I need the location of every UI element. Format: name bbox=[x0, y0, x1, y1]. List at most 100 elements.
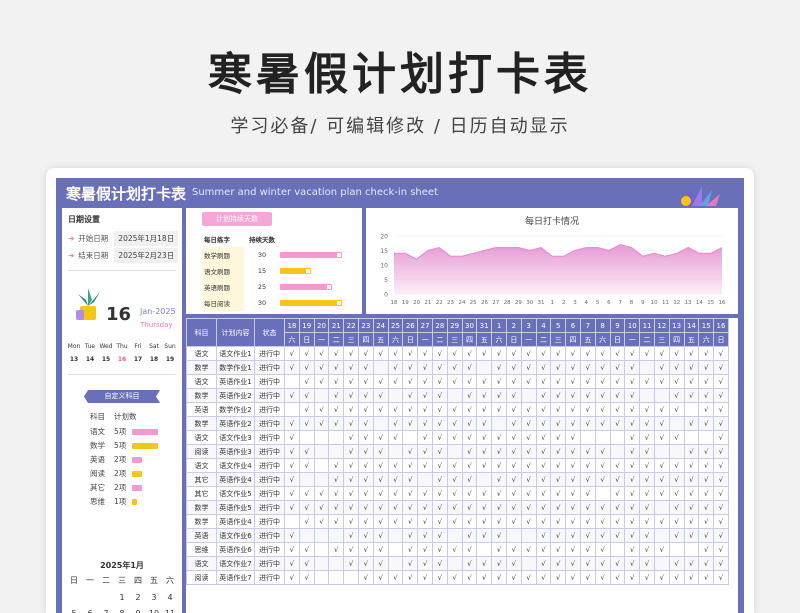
plan-cell[interactable]: 语文作业5 bbox=[216, 486, 255, 501]
checkin-cell[interactable]: √ bbox=[357, 570, 374, 585]
status-cell[interactable]: 进行中 bbox=[254, 472, 285, 487]
checkin-cell[interactable]: √ bbox=[417, 458, 433, 473]
checkin-cell[interactable]: √ bbox=[357, 556, 374, 571]
checkin-cell[interactable]: √ bbox=[505, 458, 522, 473]
checkin-cell[interactable]: √ bbox=[668, 388, 685, 403]
subject-cell[interactable]: 英语 bbox=[186, 528, 217, 543]
checkin-cell[interactable] bbox=[284, 514, 300, 529]
checkin-cell[interactable]: √ bbox=[505, 444, 522, 459]
plan-cell[interactable]: 数学作业2 bbox=[216, 402, 255, 417]
checkin-cell[interactable]: √ bbox=[609, 514, 626, 529]
plan-cell[interactable]: 语文作业4 bbox=[216, 458, 255, 473]
checkin-cell[interactable] bbox=[313, 444, 330, 459]
checkin-cell[interactable]: √ bbox=[609, 528, 626, 543]
checkin-cell[interactable]: √ bbox=[476, 458, 493, 473]
checkin-cell[interactable]: √ bbox=[387, 486, 404, 501]
checkin-cell[interactable]: √ bbox=[298, 514, 315, 529]
checkin-cell[interactable]: √ bbox=[431, 416, 448, 431]
checkin-cell[interactable]: √ bbox=[639, 458, 655, 473]
checkin-cell[interactable]: √ bbox=[313, 486, 330, 501]
checkin-cell[interactable]: √ bbox=[461, 402, 478, 417]
checkin-cell[interactable] bbox=[387, 388, 404, 403]
checkin-cell[interactable]: √ bbox=[328, 486, 345, 501]
checkin-cell[interactable]: √ bbox=[565, 416, 581, 431]
checkin-cell[interactable] bbox=[387, 542, 404, 557]
checkin-cell[interactable] bbox=[298, 472, 315, 487]
checkin-cell[interactable] bbox=[328, 556, 345, 571]
checkin-cell[interactable]: √ bbox=[417, 556, 433, 571]
checkin-cell[interactable]: √ bbox=[565, 444, 581, 459]
checkin-cell[interactable]: √ bbox=[343, 402, 359, 417]
checkin-cell[interactable] bbox=[446, 388, 463, 403]
start-date-field[interactable]: 2025年1月18日 bbox=[114, 230, 179, 246]
checkin-cell[interactable]: √ bbox=[328, 514, 345, 529]
checkin-cell[interactable] bbox=[520, 388, 537, 403]
subject-cell[interactable]: 语文 bbox=[186, 556, 217, 571]
checkin-cell[interactable]: √ bbox=[491, 500, 507, 515]
checkin-cell[interactable]: √ bbox=[639, 374, 655, 389]
checkin-cell[interactable]: √ bbox=[357, 374, 374, 389]
checkin-cell[interactable]: √ bbox=[402, 444, 419, 459]
checkin-cell[interactable]: √ bbox=[535, 458, 552, 473]
checkin-cell[interactable]: √ bbox=[683, 458, 700, 473]
checkin-cell[interactable]: √ bbox=[713, 556, 729, 571]
checkin-cell[interactable]: √ bbox=[284, 528, 300, 543]
checkin-cell[interactable] bbox=[683, 430, 700, 445]
subject-cell[interactable]: 阅读 bbox=[186, 444, 217, 459]
status-cell[interactable]: 进行中 bbox=[254, 430, 285, 445]
checkin-cell[interactable]: √ bbox=[565, 388, 581, 403]
checkin-cell[interactable]: √ bbox=[372, 346, 389, 361]
checkin-cell[interactable]: √ bbox=[357, 458, 374, 473]
checkin-cell[interactable] bbox=[476, 360, 493, 375]
status-cell[interactable]: 进行中 bbox=[254, 346, 285, 361]
checkin-cell[interactable]: √ bbox=[594, 346, 611, 361]
checkin-cell[interactable]: √ bbox=[668, 472, 685, 487]
checkin-cell[interactable]: √ bbox=[328, 360, 345, 375]
checkin-cell[interactable]: √ bbox=[431, 374, 448, 389]
checkin-cell[interactable]: √ bbox=[461, 360, 478, 375]
checkin-cell[interactable]: √ bbox=[491, 430, 507, 445]
checkin-cell[interactable]: √ bbox=[313, 360, 330, 375]
checkin-cell[interactable]: √ bbox=[298, 458, 315, 473]
checkin-cell[interactable]: √ bbox=[417, 416, 433, 431]
checkin-cell[interactable]: √ bbox=[505, 374, 522, 389]
checkin-cell[interactable]: √ bbox=[476, 500, 493, 515]
subject-cell[interactable]: 数学 bbox=[186, 416, 217, 431]
checkin-cell[interactable] bbox=[313, 472, 330, 487]
checkin-cell[interactable]: √ bbox=[343, 528, 359, 543]
checkin-cell[interactable]: √ bbox=[298, 360, 315, 375]
checkin-cell[interactable] bbox=[313, 570, 330, 585]
checkin-cell[interactable] bbox=[328, 570, 345, 585]
checkin-cell[interactable]: √ bbox=[284, 500, 300, 515]
checkin-cell[interactable]: √ bbox=[668, 374, 685, 389]
checkin-cell[interactable]: √ bbox=[698, 486, 715, 501]
checkin-cell[interactable]: √ bbox=[639, 430, 655, 445]
checkin-cell[interactable]: √ bbox=[284, 416, 300, 431]
subject-cell[interactable]: 数学 bbox=[186, 388, 217, 403]
checkin-cell[interactable]: √ bbox=[639, 486, 655, 501]
checkin-cell[interactable]: √ bbox=[417, 430, 433, 445]
checkin-cell[interactable]: √ bbox=[520, 430, 537, 445]
checkin-cell[interactable]: √ bbox=[594, 444, 611, 459]
checkin-cell[interactable]: √ bbox=[417, 570, 433, 585]
checkin-cell[interactable]: √ bbox=[476, 514, 493, 529]
checkin-cell[interactable]: √ bbox=[461, 416, 478, 431]
checkin-cell[interactable]: √ bbox=[535, 346, 552, 361]
checkin-cell[interactable]: √ bbox=[653, 486, 670, 501]
checkin-cell[interactable]: √ bbox=[550, 458, 567, 473]
plan-cell[interactable]: 英语作业4 bbox=[216, 472, 255, 487]
plan-cell[interactable]: 英语作业2 bbox=[216, 388, 255, 403]
checkin-cell[interactable]: √ bbox=[713, 444, 729, 459]
checkin-cell[interactable]: √ bbox=[550, 374, 567, 389]
checkin-cell[interactable]: √ bbox=[505, 514, 522, 529]
checkin-cell[interactable]: √ bbox=[624, 458, 641, 473]
checkin-cell[interactable]: √ bbox=[417, 360, 433, 375]
checkin-cell[interactable]: √ bbox=[668, 360, 685, 375]
checkin-cell[interactable]: √ bbox=[491, 570, 507, 585]
checkin-cell[interactable]: √ bbox=[535, 416, 552, 431]
status-cell[interactable]: 进行中 bbox=[254, 388, 285, 403]
checkin-cell[interactable]: √ bbox=[284, 556, 300, 571]
checkin-cell[interactable]: √ bbox=[594, 416, 611, 431]
checkin-cell[interactable]: √ bbox=[402, 570, 419, 585]
checkin-cell[interactable]: √ bbox=[624, 472, 641, 487]
